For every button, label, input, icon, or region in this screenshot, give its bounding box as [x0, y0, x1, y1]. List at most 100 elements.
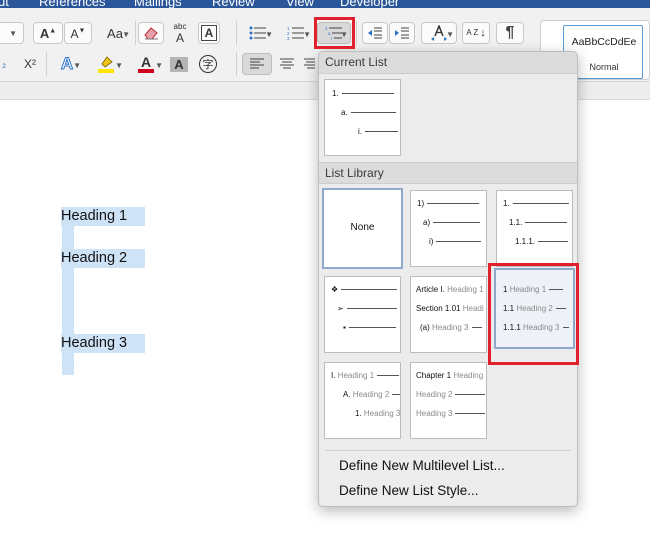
divider: [356, 21, 357, 45]
change-case-label: Aa: [107, 25, 123, 41]
none-label: None: [350, 222, 375, 233]
font-color-button[interactable]: A ▼: [126, 53, 166, 75]
list-library-chapter-headings[interactable]: Chapter 1 Heading Heading 2 Heading 3: [410, 362, 487, 439]
highlighter-icon: [98, 56, 114, 73]
divider: [236, 52, 237, 76]
svg-text:3: 3: [287, 36, 290, 40]
list-row: Heading 3: [416, 408, 486, 418]
list-row: Heading 2: [416, 389, 486, 399]
chevron-down-icon: ▼: [446, 30, 454, 39]
increase-indent-icon: [395, 27, 409, 39]
asian-layout-button[interactable]: ▼: [421, 22, 457, 44]
tab-mailings[interactable]: Mailings: [134, 0, 182, 8]
clear-formatting-button[interactable]: [138, 22, 164, 44]
divider: [135, 21, 136, 45]
document-heading-3[interactable]: Heading 3: [61, 334, 145, 353]
subscript-label: ₂: [1, 58, 7, 70]
list-row: 1.: [332, 88, 394, 98]
list-row: a): [423, 217, 481, 227]
list-row: ➢: [337, 303, 397, 313]
superscript-button[interactable]: X²: [18, 53, 42, 75]
define-new-list-style[interactable]: Define New List Style...: [339, 483, 479, 498]
tab-layout[interactable]: ut: [0, 0, 9, 8]
character-border-label: A: [200, 25, 218, 41]
chevron-down-icon: ▼: [73, 61, 81, 70]
phonetic-guide-button[interactable]: abc A: [168, 20, 192, 46]
font-color-icon: A: [137, 55, 155, 73]
current-list-tile[interactable]: 1. a. i.: [324, 79, 401, 156]
decrease-indent-button[interactable]: [362, 22, 388, 44]
list-library-roman-headings[interactable]: I. Heading 1 A. Heading 2 1. Heading 3: [324, 362, 401, 439]
sort-button[interactable]: A Z ↓: [462, 22, 490, 44]
list-row: 1. Heading 3: [355, 408, 401, 418]
tab-review[interactable]: Review: [212, 0, 255, 8]
list-row: 1): [417, 198, 480, 208]
change-case-button[interactable]: Aa ▼: [98, 22, 132, 44]
list-row: Section 1.01 Headi: [416, 303, 484, 313]
tab-references[interactable]: References: [39, 0, 105, 8]
align-left-icon: [250, 58, 264, 69]
chevron-down-icon: ▼: [122, 30, 130, 39]
numbering-button[interactable]: 1 2 3 ▼: [280, 22, 312, 44]
list-library-header: List Library: [319, 162, 577, 184]
list-row: I. Heading 1: [331, 370, 400, 380]
define-new-multilevel-list[interactable]: Define New Multilevel List...: [339, 458, 505, 473]
chevron-down-icon: ▼: [265, 30, 273, 39]
divider: [236, 21, 237, 45]
document-heading-1[interactable]: Heading 1: [61, 207, 145, 226]
style-sample-text: AaBbCcDdEe: [571, 36, 637, 48]
list-row: a.: [341, 107, 396, 117]
list-library-legal-numbering[interactable]: 1. 1.1. 1.1.1.: [496, 190, 573, 267]
text-effects-button[interactable]: A ▼: [52, 53, 82, 75]
divider: [46, 52, 47, 76]
list-row: Chapter 1 Heading: [416, 370, 484, 380]
chevron-down-icon: ▼: [155, 61, 163, 70]
phonetic-guide-bottom: A: [175, 30, 184, 45]
phonetic-guide-top: abc: [173, 21, 187, 31]
tab-view[interactable]: View: [286, 0, 314, 8]
list-row: (a) Heading 3: [420, 322, 482, 332]
list-row: 1.1.1.: [515, 236, 569, 246]
tab-developer[interactable]: Developer: [340, 0, 399, 8]
increase-indent-button[interactable]: [389, 22, 415, 44]
align-right-icon: [304, 58, 315, 69]
align-center-icon: [280, 58, 294, 69]
character-border-button[interactable]: A: [198, 22, 220, 44]
list-row: ▪: [343, 322, 396, 332]
text-effects-icon: A: [60, 54, 74, 74]
multilevel-button-highlight: [314, 17, 355, 49]
list-row: i): [429, 236, 482, 246]
list-row: i.: [358, 126, 398, 136]
align-center-button[interactable]: [272, 53, 302, 75]
shrink-font-button[interactable]: A▼: [64, 22, 92, 44]
subscript-button[interactable]: ₂: [0, 53, 12, 75]
list-library-article-section[interactable]: Article I. Heading 1 Section 1.01 Headi …: [410, 276, 487, 353]
list-library-bullets[interactable]: ❖ ➢ ▪: [324, 276, 401, 353]
font-size-dropdown[interactable]: ▼: [0, 22, 24, 44]
chevron-down-icon: ▼: [9, 29, 17, 38]
menu-bar: ut References Mailings Review View Devel…: [0, 0, 650, 8]
chevron-down-icon: ▼: [115, 61, 123, 70]
list-library-none[interactable]: None: [322, 188, 403, 269]
eraser-icon: [144, 27, 158, 40]
list-row: Article I. Heading 1: [416, 284, 484, 294]
highlight-button[interactable]: ▼: [86, 53, 126, 75]
align-right-button[interactable]: [302, 53, 316, 75]
chevron-down-icon: ▼: [303, 30, 311, 39]
list-library-paren-numbering[interactable]: 1) a) i): [410, 190, 487, 267]
enclose-characters-icon: 字: [199, 55, 217, 73]
sort-label: A Z: [466, 28, 479, 37]
bullets-button[interactable]: ▼: [242, 22, 274, 44]
menu-divider: [325, 450, 571, 451]
align-left-button[interactable]: [242, 53, 272, 75]
character-shading-label: A: [170, 56, 188, 72]
enclose-characters-button[interactable]: 字: [196, 53, 220, 75]
character-shading-button[interactable]: A: [168, 53, 190, 75]
grow-font-button[interactable]: A▲: [33, 22, 63, 44]
decrease-indent-icon: [368, 27, 382, 39]
list-row: ❖: [331, 284, 398, 294]
show-formatting-marks-button[interactable]: ¶: [496, 22, 524, 44]
pilcrow-icon: ¶: [505, 24, 515, 41]
list-row: A. Heading 2: [343, 389, 400, 399]
document-heading-2[interactable]: Heading 2: [61, 249, 145, 268]
